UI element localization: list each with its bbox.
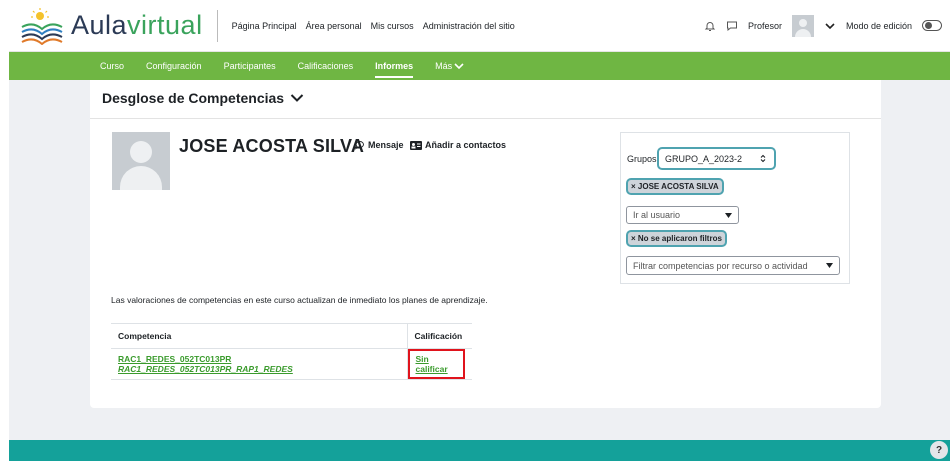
user-area: Profesor Modo de edición <box>704 14 942 37</box>
report-selector[interactable]: Desglose de Competencias <box>102 90 304 106</box>
message-label: Mensaje <box>368 140 404 150</box>
user-avatar[interactable] <box>791 14 814 37</box>
page-title: Desglose de Competencias <box>102 90 285 106</box>
no-filters-chip[interactable]: × No se aplicaron filtros <box>626 230 727 247</box>
chat-bubble-icon[interactable] <box>726 20 738 32</box>
competency-table: Competencia Calificación RAC1_REDES_052T… <box>111 323 472 380</box>
logo-divider <box>216 9 218 42</box>
group-select[interactable]: GRUPO_A_2023-2 <box>657 147 776 170</box>
goto-user-placeholder: Ir al usuario <box>633 210 681 220</box>
site-logo[interactable]: Aulavirtual <box>19 7 203 45</box>
bell-icon[interactable] <box>704 20 716 32</box>
edit-mode-label: Modo de edición <box>845 20 912 31</box>
goto-user-select[interactable]: Ir al usuario <box>626 206 739 224</box>
table-header-row: Competencia Calificación <box>111 323 472 349</box>
column-header-competency: Competencia <box>111 323 407 349</box>
caret-down-icon <box>826 263 833 268</box>
table-row: RAC1_REDES_052TC013PR RAC1_REDES_052TC01… <box>111 348 472 380</box>
logo-text-part-virtual: virtual <box>127 10 203 40</box>
competency-link[interactable]: RAC1_REDES_052TC013PR RAC1_REDES_052TC01… <box>118 354 293 374</box>
window-edge <box>0 0 9 461</box>
user-menu-name[interactable]: Profesor <box>748 21 782 31</box>
tab-more[interactable]: Más <box>435 61 464 71</box>
course-navigation: Curso Configuración Participantes Califi… <box>9 52 950 80</box>
tab-more-label: Más <box>435 61 453 71</box>
competency-cell: RAC1_REDES_052TC013PR RAC1_REDES_052TC01… <box>111 348 407 380</box>
tab-reports[interactable]: Informes <box>375 61 414 78</box>
book-sun-logo-icon <box>19 7 65 45</box>
chevron-down-icon[interactable] <box>824 20 836 32</box>
add-contact-button[interactable]: Añadir a contactos <box>410 140 506 150</box>
select-arrows-icon <box>760 154 766 163</box>
user-fullname[interactable]: JOSE ACOSTA SILVA <box>179 136 364 157</box>
add-contact-label: Añadir a contactos <box>425 140 507 150</box>
competency-filter-select[interactable]: Filtrar competencias por recurso o activ… <box>626 256 840 275</box>
primary-navigation: Página Principal Área personal Mis curso… <box>232 21 515 31</box>
message-button[interactable]: Mensaje <box>355 140 404 150</box>
nav-my-courses[interactable]: Mis cursos <box>371 21 414 31</box>
edit-mode-toggle[interactable] <box>922 20 942 31</box>
column-header-grade: Calificación <box>406 323 472 349</box>
competency-filter-placeholder: Filtrar competencias por recurso o activ… <box>633 260 808 271</box>
tab-participants[interactable]: Participantes <box>224 61 276 71</box>
address-card-icon <box>410 140 422 150</box>
tab-grades[interactable]: Calificaciones <box>298 61 354 71</box>
user-profile-picture[interactable] <box>112 132 170 190</box>
selected-user-chip[interactable]: × JOSE ACOSTA SILVA <box>626 178 724 195</box>
groups-label: Grupos <box>627 154 657 164</box>
top-navbar: Aulavirtual Página Principal Área person… <box>9 0 950 52</box>
competency-name: RAC1_REDES_052TC013PR_RAP1_REDES <box>118 364 293 374</box>
caret-down-icon <box>725 212 732 218</box>
grade-link[interactable]: Sin calificar <box>416 354 448 374</box>
competency-code: RAC1_REDES_052TC013PR <box>118 354 232 364</box>
message-icon <box>355 141 364 150</box>
header-divider <box>90 118 881 119</box>
nav-home[interactable]: Página Principal <box>232 21 297 31</box>
highlight-box: Sin calificar <box>407 349 465 379</box>
logo-text: Aulavirtual <box>71 10 203 41</box>
chevron-down-icon <box>290 94 304 102</box>
main-content: Desglose de Competencias JOSE ACOSTA SIL… <box>90 80 881 408</box>
nav-dashboard[interactable]: Área personal <box>306 21 362 31</box>
group-select-value: GRUPO_A_2023-2 <box>665 153 743 164</box>
tab-settings[interactable]: Configuración <box>146 61 202 71</box>
info-note: Las valoraciones de competencias en este… <box>111 295 488 305</box>
tab-course[interactable]: Curso <box>100 61 124 71</box>
help-button[interactable]: ? <box>930 441 948 459</box>
logo-text-part-aula: Aula <box>71 10 128 40</box>
grade-cell: Sin calificar <box>406 348 472 380</box>
page-footer <box>9 440 950 461</box>
filter-panel: Grupos GRUPO_A_2023-2 × JOSE ACOSTA SILV… <box>620 132 850 284</box>
nav-site-admin[interactable]: Administración del sitio <box>423 21 515 31</box>
chevron-down-icon <box>454 63 464 70</box>
